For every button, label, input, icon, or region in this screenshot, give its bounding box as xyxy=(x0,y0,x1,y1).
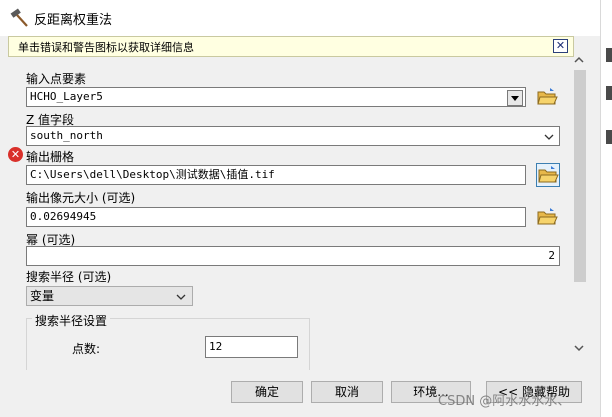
search-radius-select[interactable]: 变量 xyxy=(26,286,193,306)
points-label: 点数: xyxy=(72,342,101,356)
search-radius-label: 搜索半径 (可选) xyxy=(26,270,112,284)
search-radius-value: 变量 xyxy=(30,289,55,303)
output-raster-label: 输出栅格 xyxy=(26,150,75,164)
chevron-down-icon xyxy=(544,134,554,140)
power-input[interactable]: 2 xyxy=(26,246,560,266)
power-value: 2 xyxy=(548,249,555,262)
points-input[interactable]: 12 xyxy=(205,336,298,358)
background-window-edge xyxy=(600,0,612,417)
dropdown-arrow-icon[interactable] xyxy=(507,90,523,106)
browse-input-button[interactable] xyxy=(536,86,560,110)
output-raster-value: C:\Users\dell\Desktop\测试数据\插值.tif xyxy=(30,168,275,181)
hammer-icon xyxy=(10,8,28,27)
scroll-up-icon[interactable] xyxy=(573,55,585,65)
close-icon[interactable]: ✕ xyxy=(553,39,568,53)
input-points-value: HCHO_Layer5 xyxy=(30,90,103,103)
background-text-fragment xyxy=(606,86,612,100)
background-text-fragment xyxy=(606,130,612,144)
error-icon[interactable]: ✕ xyxy=(8,147,23,162)
input-points-label: 输入点要素 xyxy=(26,72,87,86)
folder-open-icon xyxy=(537,208,558,225)
browse-output-button[interactable] xyxy=(536,163,560,187)
browse-cell-size-button[interactable] xyxy=(536,206,560,230)
folder-open-icon xyxy=(537,88,558,105)
search-settings-legend: 搜索半径设置 xyxy=(32,312,111,329)
z-field-value: south_north xyxy=(30,129,103,142)
watermark-text: CSDN @阿水水水水、 xyxy=(438,394,571,409)
cell-size-value: 0.02694945 xyxy=(30,210,97,223)
points-value: 12 xyxy=(209,340,223,353)
cancel-button[interactable]: 取消 xyxy=(311,381,383,403)
scroll-thumb[interactable] xyxy=(574,70,586,282)
z-field-select[interactable]: south_north xyxy=(26,126,560,146)
ok-button[interactable]: 确定 xyxy=(231,381,303,403)
chevron-down-icon xyxy=(176,294,186,300)
cell-size-label: 输出像元大小 (可选) xyxy=(26,191,136,205)
scroll-down-icon[interactable] xyxy=(573,343,585,353)
window-title: 反距离权重法 xyxy=(34,13,113,28)
message-text: 单击错误和警告图标以获取详细信息 xyxy=(18,41,194,54)
output-raster-input[interactable]: C:\Users\dell\Desktop\测试数据\插值.tif xyxy=(26,165,526,185)
folder-open-icon xyxy=(538,166,559,183)
input-points-combo[interactable]: HCHO_Layer5 xyxy=(26,87,526,107)
cell-size-input[interactable]: 0.02694945 xyxy=(26,207,526,227)
background-text-fragment xyxy=(606,48,612,62)
